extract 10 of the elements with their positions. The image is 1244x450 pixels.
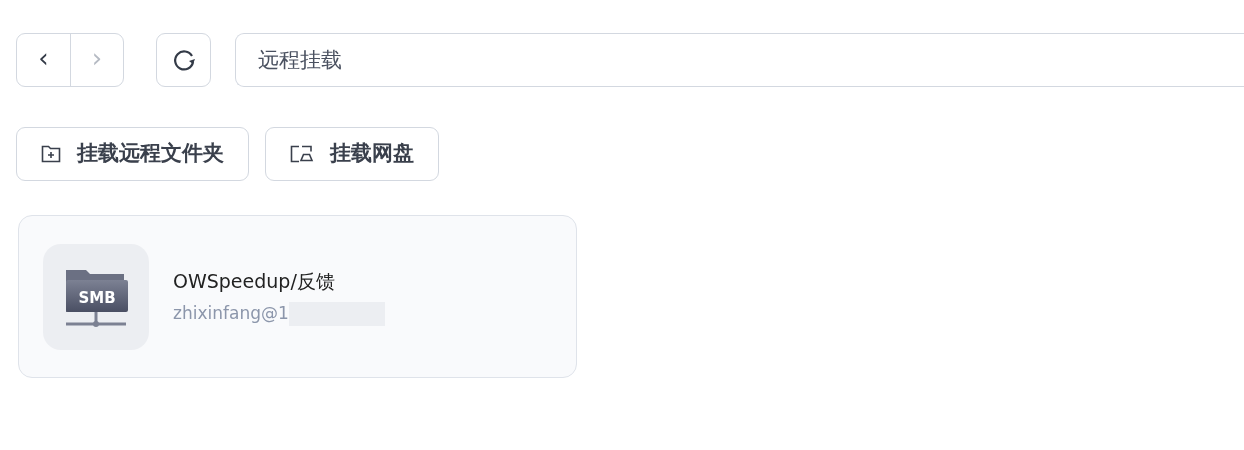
- mount-name: OWSpeedup/反馈: [173, 268, 336, 294]
- account-text: zhixinfang@1: [173, 302, 289, 325]
- mount-drive-button[interactable]: 挂载网盘: [265, 127, 439, 181]
- back-button[interactable]: ‹: [17, 34, 70, 86]
- folder-plus-icon: [41, 145, 61, 163]
- address-field[interactable]: 远程挂载: [235, 33, 1244, 87]
- cloud-folder-icon: [290, 145, 314, 163]
- mount-folder-button[interactable]: 挂载远程文件夹: [16, 127, 249, 181]
- mount-card[interactable]: SMB OWSpeedup/反馈 zhixinfang@1: [18, 215, 577, 378]
- refresh-button[interactable]: [156, 33, 211, 87]
